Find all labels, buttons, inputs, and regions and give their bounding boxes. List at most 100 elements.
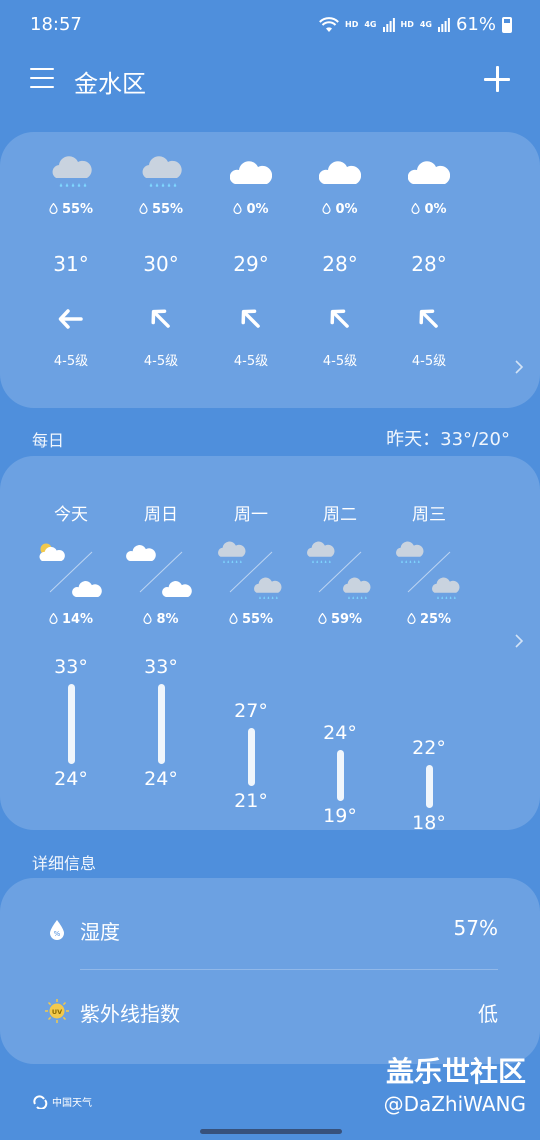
battery-percent: 61%	[455, 14, 496, 35]
daily-low-temp: 19°	[323, 804, 357, 827]
hourly-precip: 55%	[116, 202, 206, 217]
hourly-precip: 0%	[295, 202, 385, 217]
signal-icon	[382, 17, 395, 32]
daily-high-temp: 33°	[54, 656, 88, 678]
daily-precip: 55%	[206, 612, 296, 627]
temp-range-bar	[248, 728, 255, 786]
daily-low-temp: 24°	[144, 768, 178, 790]
hourly-precip: 55%	[26, 202, 116, 217]
daily-low-temp: 21°	[234, 790, 268, 812]
watermark-title: 盖乐世社区	[385, 1055, 526, 1088]
temp-range-bar	[158, 684, 165, 764]
wifi-icon	[319, 16, 339, 32]
daily-precip-value: 25%	[419, 612, 452, 627]
daily-precip-value: 55%	[241, 612, 274, 627]
watermark-handle: @DaZhiWANG	[383, 1092, 526, 1116]
hourly-temp: 28°	[411, 252, 447, 276]
daily-precip: 59%	[295, 612, 385, 627]
home-indicator[interactable]	[200, 1129, 342, 1134]
wind-direction-icon	[236, 304, 266, 334]
hourly-wind: 4-5级	[143, 354, 179, 369]
city-title: 金水区	[74, 70, 146, 98]
hourly-precip-value: 0%	[246, 202, 269, 217]
cloud-icon	[318, 154, 362, 194]
hourly-temp: 30°	[143, 252, 179, 276]
hourly-precip-value: 0%	[335, 202, 358, 217]
hourly-wind: 4-5级	[322, 354, 358, 369]
temp-range-bar	[426, 764, 433, 808]
details-card: % 湿度 57% UV 紫外线指数 低	[0, 878, 540, 1064]
divider	[80, 969, 498, 970]
uv-value: 低	[478, 1002, 498, 1026]
humidity-drop-icon: %	[50, 920, 64, 940]
daily-item[interactable]: 周日 8% 33° 24°	[116, 456, 206, 830]
menu-icon[interactable]	[30, 68, 54, 88]
wind-direction-icon	[56, 304, 86, 334]
daily-item[interactable]: 周二 59% 24° 19°	[295, 456, 385, 830]
footer-brand: 中国天气	[32, 1094, 92, 1109]
daily-precip-value: 59%	[330, 612, 363, 627]
uv-row: UV 紫外线指数 低	[45, 992, 498, 1032]
hourly-forecast-card[interactable]: 55% 31° 4-5级 55% 30° 4-5级 0% 29° 4-5级 0% 28° 4-5级 0%…	[0, 132, 540, 408]
add-city-icon[interactable]	[484, 66, 510, 92]
weather-logo-icon	[33, 1094, 48, 1109]
uv-label: 紫外线指数	[80, 1002, 180, 1026]
yesterday-temps: 昨天：33°/20°	[386, 429, 510, 450]
humidity-value: 57%	[453, 916, 498, 940]
humidity-row: % 湿度 57%	[48, 910, 498, 950]
details-section-label: 详细信息	[32, 854, 97, 873]
status-time: 18:57	[30, 14, 82, 35]
uv-sun-icon: UV	[45, 999, 69, 1023]
daily-day-label: 周一	[234, 505, 268, 525]
network-hd-label-2: HD	[400, 20, 414, 29]
daily-day-label: 周日	[144, 505, 178, 525]
network-hd-label: HD	[345, 20, 359, 29]
daily-day-label: 周二	[323, 505, 357, 525]
daily-high-temp: 24°	[323, 722, 357, 744]
network-4g-label: 4G	[364, 20, 377, 29]
hourly-precip-value: 55%	[151, 202, 184, 217]
svg-text:%: %	[54, 930, 61, 938]
daily-item[interactable]: 今天 14% 33° 24°	[26, 456, 116, 830]
hourly-precip-value: 0%	[424, 202, 447, 217]
top-bar: 金水区	[30, 62, 510, 98]
daily-high-temp: 22°	[412, 736, 446, 759]
rain-cloud-icon	[430, 576, 460, 604]
daily-forecast-card[interactable]: 今天 14% 33° 24° 周日 8% 33° 24° 周一 55% 27° 21° 周二 59% 24°…	[0, 456, 540, 830]
hourly-wind: 4-5级	[411, 354, 447, 369]
status-icons: HD 4G HD 4G 61%	[319, 14, 512, 35]
wind-direction-icon	[414, 304, 444, 334]
hourly-temp: 29°	[233, 252, 269, 276]
daily-high-temp: 33°	[144, 656, 178, 678]
chevron-right-icon[interactable]	[512, 634, 526, 648]
cloud-icon	[229, 154, 273, 194]
wind-direction-icon	[146, 304, 176, 334]
svg-text:UV: UV	[52, 1008, 62, 1016]
footer-brand-label: 中国天气	[52, 1098, 92, 1109]
daily-precip: 25%	[384, 612, 474, 627]
hourly-precip-value: 55%	[61, 202, 94, 217]
rain-cloud-icon	[252, 576, 282, 604]
daily-day-label: 周三	[412, 505, 446, 525]
daily-section-label: 每日	[32, 431, 65, 450]
daily-high-temp: 27°	[234, 700, 268, 722]
rain-cloud-icon	[140, 154, 182, 194]
chevron-right-icon[interactable]	[512, 360, 526, 374]
wind-direction-icon	[325, 304, 355, 334]
temp-range-bar	[337, 750, 344, 801]
rain-cloud-icon	[50, 154, 92, 194]
temp-range-bar	[68, 684, 75, 764]
daily-item[interactable]: 周一 55% 27° 21°	[206, 456, 296, 830]
cloud-icon	[407, 154, 451, 194]
cloud-icon	[162, 576, 192, 604]
rain-cloud-icon	[341, 576, 371, 604]
cloud-icon	[72, 576, 102, 604]
network-4g-label-2: 4G	[419, 20, 432, 29]
hourly-wind: 4-5级	[233, 354, 269, 369]
humidity-label: 湿度	[80, 920, 120, 944]
daily-item[interactable]: 周三 25% 22° 18°	[384, 456, 474, 830]
signal-icon-2	[437, 17, 450, 32]
daily-precip-value: 8%	[156, 612, 179, 627]
hourly-wind: 4-5级	[53, 354, 89, 369]
daily-precip: 8%	[116, 612, 206, 627]
